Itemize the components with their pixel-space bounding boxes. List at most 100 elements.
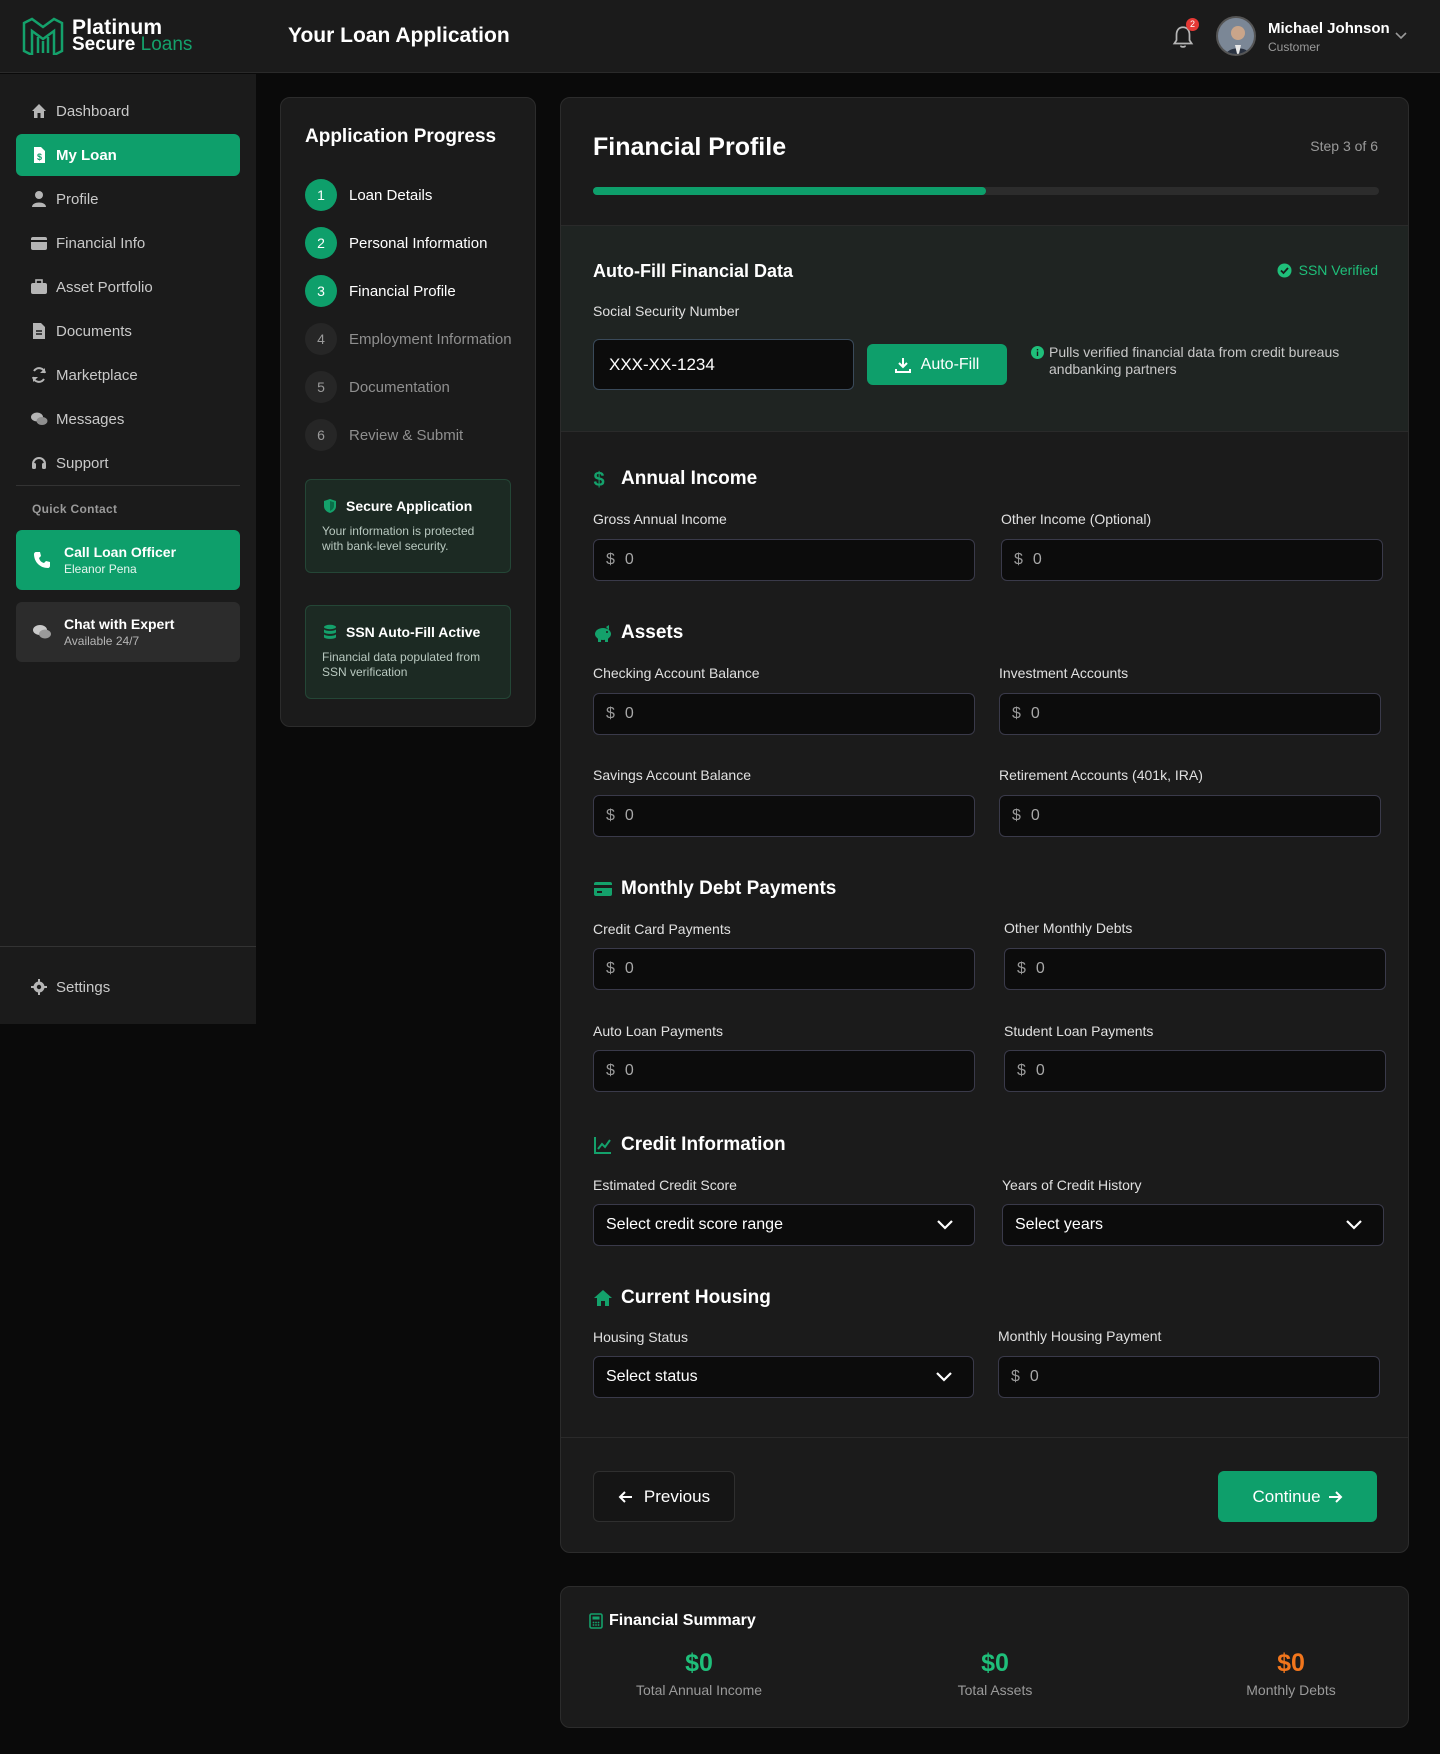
database-icon [324, 624, 336, 639]
credit-card-input[interactable]: $0 [593, 948, 975, 990]
user-name[interactable]: Michael Johnson [1268, 20, 1390, 37]
checking-input[interactable]: $0 [593, 693, 975, 735]
credit-info-heading: Credit Information [593, 1134, 786, 1156]
secure-application-box: Secure Application Your information is p… [305, 479, 511, 573]
other-income-input[interactable]: $0 [1001, 539, 1383, 581]
section-title: Annual Income [621, 468, 758, 489]
student-loan-input[interactable]: $0 [1004, 1050, 1386, 1092]
sidebar-item-support[interactable]: Support [16, 442, 240, 484]
brand-line2b: Loans [140, 34, 193, 55]
currency-symbol: $ [606, 807, 615, 824]
gross-income-input[interactable]: $0 [593, 539, 975, 581]
check-circle-icon [1277, 263, 1292, 277]
continue-button[interactable]: Continue [1218, 1471, 1377, 1522]
brand-line2a: Secure [72, 34, 136, 55]
section-title: Credit Information [621, 1134, 786, 1155]
total-income-label: Total Annual Income [635, 1682, 763, 1698]
housing-status-select[interactable]: Select status [593, 1356, 974, 1398]
step-label: Financial Profile [349, 282, 456, 300]
autofill-button-label: Auto-Fill [920, 355, 980, 373]
auto-loan-input[interactable]: $0 [593, 1050, 975, 1092]
ssn-input[interactable] [593, 339, 854, 390]
currency-symbol: $ [606, 960, 615, 977]
sidebar-item-marketplace[interactable]: Marketplace [16, 354, 240, 396]
avatar[interactable] [1216, 16, 1256, 56]
call-loan-officer-button[interactable]: Call Loan Officer Eleanor Pena [16, 530, 240, 590]
info-icon [1031, 346, 1044, 359]
currency-symbol: $ [1012, 705, 1021, 722]
savings-input[interactable]: $0 [593, 795, 975, 837]
step-financial-profile[interactable]: 3 Financial Profile [305, 275, 456, 307]
brand-logo[interactable]: Platinum Secure Loans [22, 17, 192, 55]
retirement-input[interactable]: $0 [999, 795, 1381, 837]
chat-icon [30, 410, 48, 428]
form-progress-fill [593, 187, 986, 195]
credit-score-label: Estimated Credit Score [593, 1177, 737, 1193]
summary-total-assets: $0 Total Assets [895, 1649, 1095, 1698]
sidebar-item-dashboard[interactable]: Dashboard [16, 90, 240, 132]
chevron-down-icon[interactable] [1394, 30, 1408, 40]
sidebar-item-my-loan[interactable]: $ My Loan [16, 134, 240, 176]
step-indicator: Step 3 of 6 [1310, 138, 1378, 154]
sidebar-item-settings[interactable]: Settings [16, 966, 240, 1008]
sidebar-item-financial-info[interactable]: Financial Info [16, 222, 240, 264]
autofill-button[interactable]: Auto-Fill [867, 344, 1007, 385]
select-value: Select status [606, 1368, 698, 1385]
previous-button[interactable]: Previous [593, 1471, 735, 1522]
sidebar-item-profile[interactable]: Profile [16, 178, 240, 220]
sidebar-item-messages[interactable]: Messages [16, 398, 240, 440]
briefcase-icon [30, 278, 48, 296]
other-income-label: Other Income (Optional) [1001, 511, 1152, 527]
secure-body: Your information is protected with bank-… [322, 524, 475, 553]
housing-payment-input[interactable]: $0 [998, 1356, 1380, 1398]
summary-monthly-debts: $0 Monthly Debts [1191, 1649, 1391, 1698]
shield-icon [324, 499, 336, 513]
student-loan-label: Student Loan Payments [1004, 1023, 1154, 1039]
housing-heading: Current Housing [593, 1287, 771, 1309]
section-title: Assets [621, 622, 684, 643]
page-title: Your Loan Application [288, 24, 510, 47]
currency-symbol: $ [1012, 807, 1021, 824]
investment-input[interactable]: $0 [999, 693, 1381, 735]
sidebar-item-label: Asset Portfolio [56, 278, 153, 296]
input-value: 0 [1030, 705, 1040, 722]
arrow-left-icon [618, 1490, 632, 1503]
form-title: Financial Profile [593, 133, 787, 161]
step-documentation[interactable]: 5 Documentation [305, 371, 450, 403]
currency-symbol: $ [606, 705, 615, 722]
other-debts-label: Other Monthly Debts [1004, 920, 1133, 936]
input-value: 0 [624, 807, 634, 824]
step-number: 6 [305, 419, 337, 451]
step-employment-information[interactable]: 4 Employment Information [305, 323, 512, 355]
credit-score-select[interactable]: Select credit score range [593, 1204, 975, 1246]
chat-with-expert-button[interactable]: Chat with Expert Available 24/7 [16, 602, 240, 662]
step-review-submit[interactable]: 6 Review & Submit [305, 419, 463, 451]
section-title: Monthly Debt Payments [621, 878, 837, 899]
sidebar-item-label: Support [56, 454, 109, 472]
sidebar-item-asset-portfolio[interactable]: Asset Portfolio [16, 266, 240, 308]
credit-card-icon [594, 882, 612, 896]
summary-heading: Financial Summary [589, 1612, 756, 1630]
quick-contact-label: Quick Contact [32, 502, 118, 516]
line-chart-icon [594, 1137, 611, 1154]
sidebar-item-label: My Loan [56, 146, 117, 164]
other-debts-input[interactable]: $0 [1004, 948, 1386, 990]
sidebar-item-documents[interactable]: Documents [16, 310, 240, 352]
sidebar-divider [0, 946, 256, 947]
user-icon [30, 190, 48, 208]
autofill-note: Pulls verified financial data from credi… [1031, 344, 1371, 378]
chat-icon [33, 625, 51, 639]
loan-doc-icon: $ [30, 146, 48, 164]
step-personal-information[interactable]: 2 Personal Information [305, 227, 487, 259]
arrow-right-icon [1328, 1490, 1342, 1503]
user-role: Customer [1268, 40, 1321, 54]
step-loan-details[interactable]: 1 Loan Details [305, 179, 432, 211]
form-progress-bar [593, 187, 1379, 195]
step-number: 5 [305, 371, 337, 403]
piggy-bank-icon [595, 625, 611, 642]
select-value: Select years [1015, 1216, 1104, 1233]
credit-years-select[interactable]: Select years [1002, 1204, 1384, 1246]
sync-icon [30, 366, 48, 384]
input-value: 0 [624, 705, 634, 722]
step-label: Personal Information [349, 234, 488, 252]
